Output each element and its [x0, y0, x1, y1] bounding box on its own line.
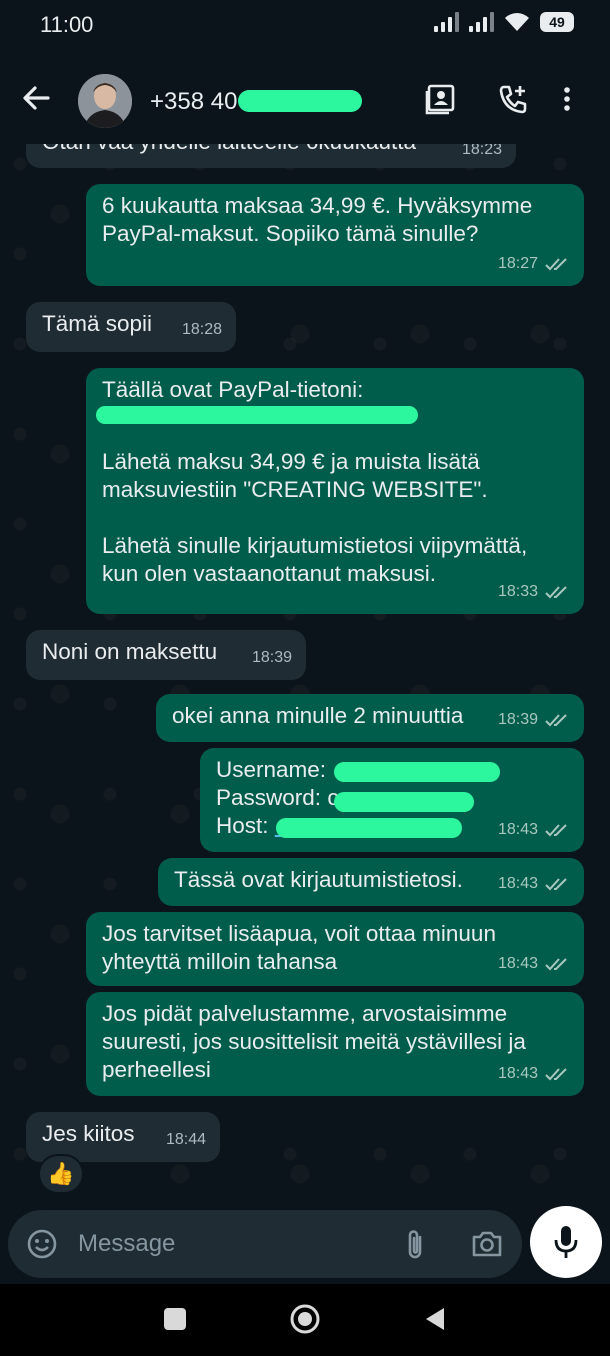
message-meta: 18:39	[252, 644, 292, 672]
wifi-icon	[505, 13, 529, 31]
message-line: Lähetä maksu 34,99 € ja muista lisätä ma…	[102, 449, 488, 502]
redaction-mark	[238, 90, 362, 112]
emoji-icon[interactable]	[26, 1228, 58, 1260]
message-meta: 18:43	[498, 950, 570, 978]
message-time: 18:39	[251, 649, 292, 666]
message-text: Jos pidät palvelustamme, arvostaisimme s…	[102, 1001, 526, 1082]
redaction-mark	[334, 762, 500, 782]
message-meta: 18:39	[498, 706, 570, 734]
message-meta: 18:43	[498, 870, 570, 898]
signal-icon-2	[469, 12, 494, 32]
signal-icon	[434, 12, 459, 32]
double-tick-icon	[545, 824, 567, 837]
microphone-icon	[554, 1226, 578, 1258]
reaction-thumbs-up[interactable]: 👍	[38, 1154, 84, 1194]
password-label: Password:	[216, 785, 322, 810]
message-time: 18:43	[497, 1065, 538, 1082]
add-call-icon[interactable]	[496, 82, 530, 116]
avatar[interactable]	[78, 74, 132, 128]
redaction-mark	[334, 792, 474, 812]
home-button[interactable]	[289, 1303, 321, 1335]
contact-card-icon[interactable]	[424, 82, 458, 116]
message-line: Täällä ovat PayPal-tietoni:	[102, 377, 364, 402]
message-time: 18:33	[497, 583, 538, 600]
battery-icon: 49	[540, 12, 574, 32]
message-text: Jos tarvitset lisäapua, voit ottaa minuu…	[102, 921, 496, 974]
message-text: Noni on maksettu	[42, 639, 218, 664]
double-tick-icon	[545, 258, 567, 271]
message-time: 18:43	[497, 821, 538, 838]
message-out[interactable]: Jos pidät palvelustamme, arvostaisimme s…	[86, 992, 584, 1096]
double-tick-icon	[545, 878, 567, 891]
recents-button[interactable]	[164, 1308, 186, 1330]
message-in[interactable]: Tämä sopii 18:28	[26, 302, 236, 352]
message-in[interactable]: Noni on maksettu 18:39	[26, 630, 306, 680]
message-time: 18:23	[461, 144, 502, 158]
message-time: 18:43	[497, 955, 538, 972]
message-out[interactable]: Username: Password: c Host: 18:43	[200, 748, 584, 852]
message-time: 18:27	[497, 255, 538, 272]
message-meta: 18:23	[462, 144, 502, 164]
system-nav-bar	[0, 1284, 610, 1356]
redaction-mark	[96, 406, 418, 424]
chat-area[interactable]: Otan vaa yhdelle laitteelle 6kuukautta 1…	[0, 144, 610, 1204]
attach-icon[interactable]	[402, 1228, 428, 1262]
host-label: Host:	[216, 813, 269, 838]
message-time: 18:28	[181, 321, 222, 338]
chat-header: +358 40 7003628	[0, 52, 610, 144]
message-text: Tässä ovat kirjautumistietosi.	[174, 867, 463, 892]
message-out[interactable]: Täällä ovat PayPal-tietoni: Lähetä maksu…	[86, 368, 584, 614]
message-in[interactable]: Otan vaa yhdelle laitteelle 6kuukautta 1…	[26, 144, 516, 168]
message-out[interactable]: okei anna minulle 2 minuuttia 18:39	[156, 694, 584, 742]
status-icons: 49	[434, 12, 574, 32]
message-time: 18:44	[165, 1131, 206, 1148]
message-input[interactable]: Message	[78, 1230, 175, 1258]
message-line: Lähetä sinulle kirjautumistietosi viipym…	[102, 533, 528, 586]
username-label: Username:	[216, 757, 327, 782]
message-meta: 18:27	[498, 250, 570, 278]
double-tick-icon	[545, 586, 567, 599]
message-text: okei anna minulle 2 minuuttia	[172, 703, 464, 728]
message-out[interactable]: 6 kuukautta maksaa 34,99 €. Hyväksymme P…	[86, 184, 584, 286]
message-meta: 18:43	[498, 816, 570, 844]
message-text: 6 kuukautta maksaa 34,99 €. Hyväksymme P…	[102, 193, 533, 246]
message-composer[interactable]: Message	[8, 1210, 522, 1278]
camera-icon[interactable]	[470, 1228, 504, 1260]
voice-record-button[interactable]	[530, 1206, 602, 1278]
message-meta: 18:44	[166, 1126, 206, 1154]
status-bar: 11:00 49	[0, 0, 610, 52]
double-tick-icon	[545, 958, 567, 971]
message-meta: 18:33	[498, 578, 570, 606]
message-time: 18:39	[497, 711, 538, 728]
message-meta: 18:28	[182, 316, 222, 344]
double-tick-icon	[545, 1068, 567, 1081]
status-time: 11:00	[40, 12, 94, 37]
message-text: Otan vaa yhdelle laitteelle 6kuukautta	[42, 144, 416, 154]
message-time: 18:43	[497, 875, 538, 892]
double-tick-icon	[545, 714, 567, 727]
message-out[interactable]: Jos tarvitset lisäapua, voit ottaa minuu…	[86, 912, 584, 986]
message-text: Jes kiitos	[42, 1121, 135, 1146]
redaction-mark	[276, 818, 462, 838]
message-meta: 18:43	[498, 1060, 570, 1088]
message-text: Tämä sopii	[42, 311, 153, 336]
message-out[interactable]: Tässä ovat kirjautumistietosi. 18:43	[158, 858, 584, 906]
back-arrow-icon[interactable]	[18, 80, 54, 116]
back-nav-button[interactable]	[424, 1306, 446, 1332]
more-options-icon[interactable]	[560, 82, 574, 116]
